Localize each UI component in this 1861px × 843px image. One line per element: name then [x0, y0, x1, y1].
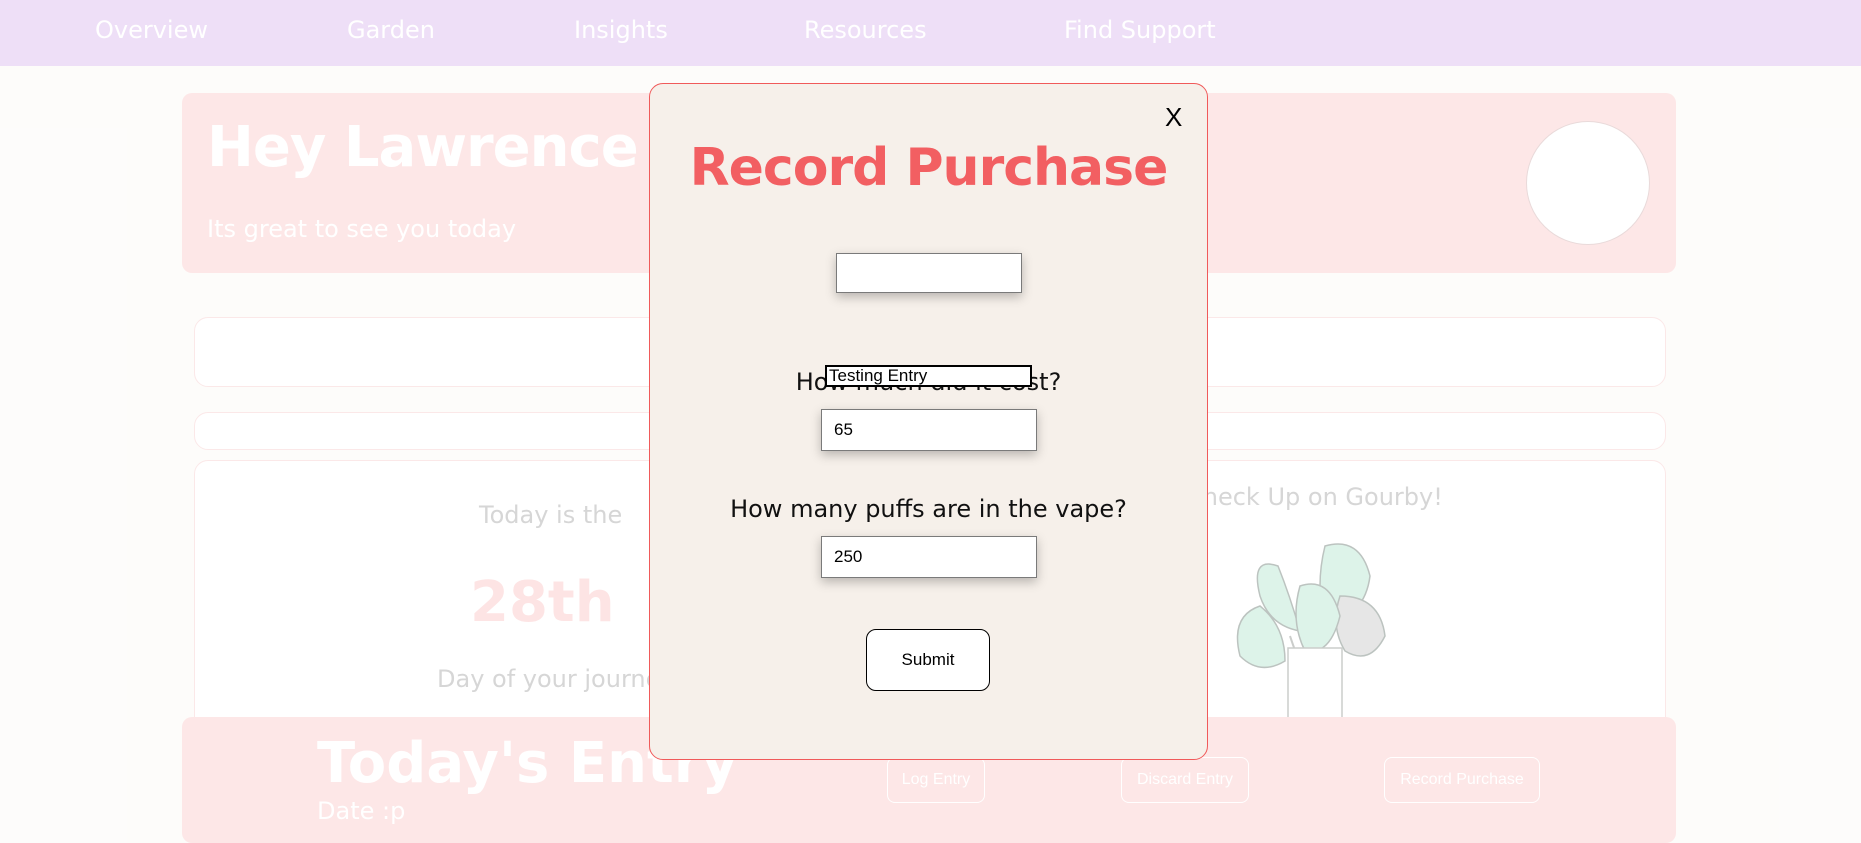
modal-title: Record Purchase — [689, 138, 1169, 198]
puffs-label: How many puffs are in the vape? — [730, 495, 1127, 523]
purchase-name-input[interactable] — [836, 253, 1022, 293]
submit-button[interactable]: Submit — [866, 629, 990, 691]
puffs-input[interactable]: 250 — [821, 536, 1037, 578]
record-purchase-modal: X Record Purchase How much did it cost? … — [649, 83, 1208, 760]
cost-input[interactable]: 65 — [821, 409, 1037, 451]
entry-text-input[interactable]: Testing Entry — [825, 365, 1032, 387]
close-icon[interactable]: X — [1165, 102, 1182, 133]
